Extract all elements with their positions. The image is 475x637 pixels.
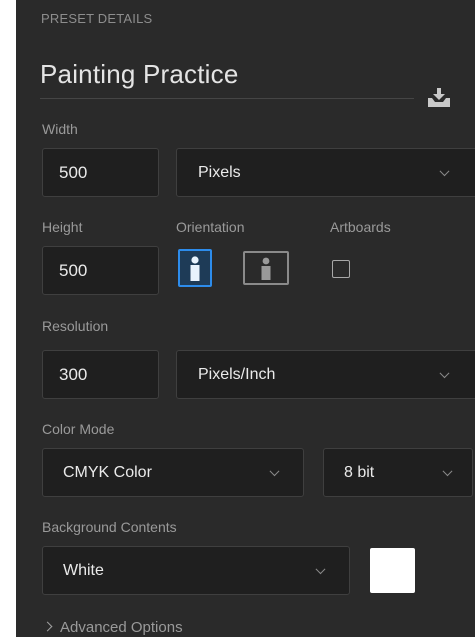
color-mode-value: CMYK Color [63,463,152,481]
advanced-options-toggle[interactable]: Advanced Options [42,619,183,636]
section-label: PRESET DETAILS [41,11,153,26]
chevron-down-icon [439,165,450,176]
background-value: White [63,561,104,579]
chevron-down-icon [269,465,280,476]
orientation-label: Orientation [176,219,245,235]
height-value: 500 [59,260,88,280]
background-select[interactable]: White [42,546,350,595]
landscape-orientation-icon[interactable] [243,251,289,285]
width-label: Width [42,121,78,137]
preset-name-field[interactable]: Painting Practice [40,59,239,90]
width-value: 500 [59,162,88,182]
chevron-down-icon [315,563,326,574]
color-mode-label: Color Mode [42,421,115,437]
chevron-down-icon [439,367,450,378]
resolution-label: Resolution [42,318,109,334]
resolution-unit-select[interactable]: Pixels/Inch [176,350,475,399]
artboards-checkbox[interactable] [332,260,350,278]
resolution-input[interactable]: 300 [42,350,159,399]
height-input[interactable]: 500 [42,246,159,295]
background-label: Background Contents [42,519,177,535]
resolution-value: 300 [59,364,88,384]
background-color-swatch[interactable] [370,548,415,593]
width-input[interactable]: 500 [42,148,159,197]
save-preset-icon[interactable] [427,88,451,108]
advanced-options-label: Advanced Options [60,619,183,636]
chevron-down-icon [442,465,453,476]
width-unit-select[interactable]: Pixels [176,148,475,197]
chevron-right-icon [42,621,53,632]
artboards-label: Artboards [330,219,391,235]
portrait-orientation-icon[interactable] [178,249,212,287]
color-mode-select[interactable]: CMYK Color [42,448,304,497]
bit-depth-select[interactable]: 8 bit [323,448,473,497]
bit-depth-value: 8 bit [344,463,375,481]
resolution-unit-value: Pixels/Inch [198,365,276,383]
preset-details-panel: PRESET DETAILS Painting Practice Width 5… [16,0,475,637]
width-unit-value: Pixels [198,163,241,181]
height-label: Height [42,219,83,235]
preset-name-underline [40,98,414,99]
